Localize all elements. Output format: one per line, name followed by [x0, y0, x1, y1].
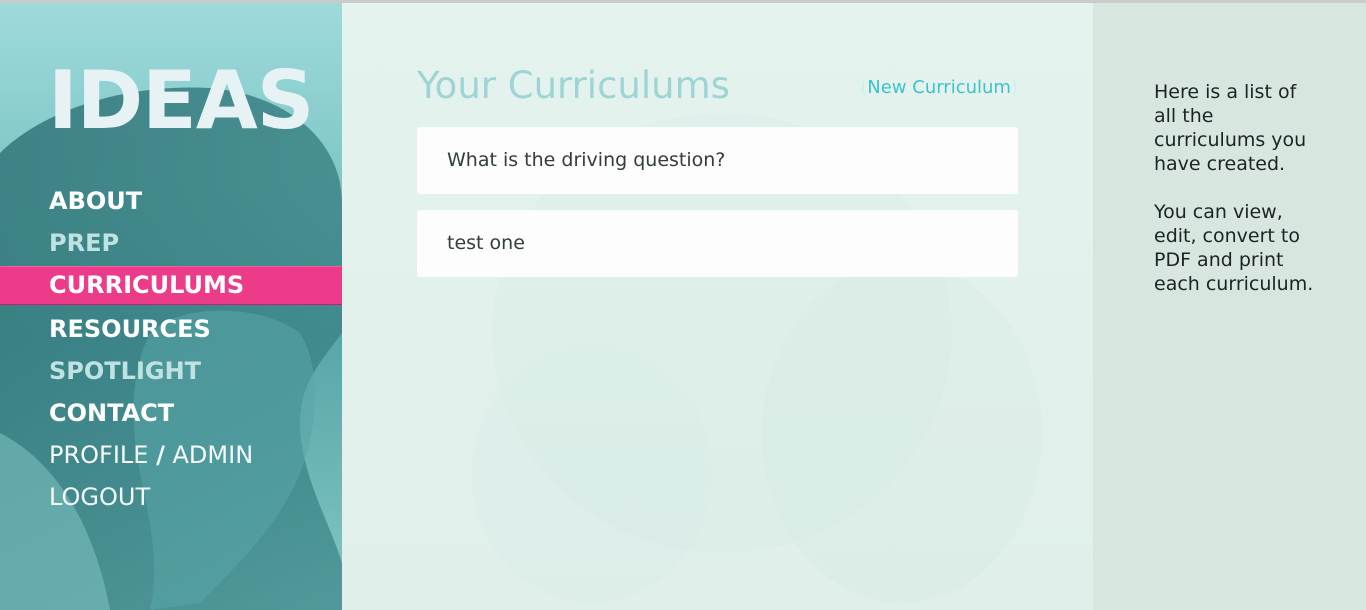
nav-about[interactable]: ABOUT: [0, 180, 342, 222]
main-content: Your Curriculums (New Curriculum) What i…: [342, 3, 1093, 610]
nav-contact[interactable]: CONTACT: [0, 392, 342, 434]
sidebar: IDEAS ABOUT PREP CURRICULUMS RESOURCES S…: [0, 3, 342, 610]
page: IDEAS ABOUT PREP CURRICULUMS RESOURCES S…: [0, 0, 1366, 610]
site-logo[interactable]: IDEAS: [48, 53, 314, 149]
new-link-close-paren: ): [1010, 77, 1018, 98]
curriculum-item[interactable]: What is the driving question?: [417, 127, 1018, 194]
nav-curriculums[interactable]: CURRICULUMS: [0, 266, 342, 305]
nav-resources[interactable]: RESOURCES: [0, 308, 342, 350]
curriculum-item[interactable]: test one: [417, 210, 1018, 277]
nav-separator: /: [156, 441, 165, 469]
info-paragraph-1: Here is a list of all the curriculums yo…: [1154, 81, 1307, 175]
info-paragraph-2: You can view, edit, convert to PDF and p…: [1154, 201, 1314, 295]
info-text: Here is a list of all the curriculums yo…: [1154, 80, 1314, 320]
nav-logout[interactable]: LOGOUT: [0, 476, 342, 518]
curriculum-list: What is the driving question? test one: [417, 127, 1018, 293]
page-title: Your Curriculums: [417, 64, 730, 107]
nav-admin[interactable]: ADMIN: [173, 441, 254, 469]
nav-profile[interactable]: PROFILE: [49, 441, 148, 469]
nav-prep[interactable]: PREP: [0, 222, 342, 264]
new-curriculum-link[interactable]: (New Curriculum): [860, 76, 1018, 100]
nav-profile-admin: PROFILE / ADMIN: [0, 434, 342, 476]
info-panel: Here is a list of all the curriculums yo…: [1093, 3, 1366, 610]
new-curriculum-label[interactable]: New Curriculum: [867, 77, 1011, 98]
main-nav: ABOUT PREP CURRICULUMS RESOURCES SPOTLIG…: [0, 180, 342, 518]
nav-spotlight[interactable]: SPOTLIGHT: [0, 350, 342, 392]
